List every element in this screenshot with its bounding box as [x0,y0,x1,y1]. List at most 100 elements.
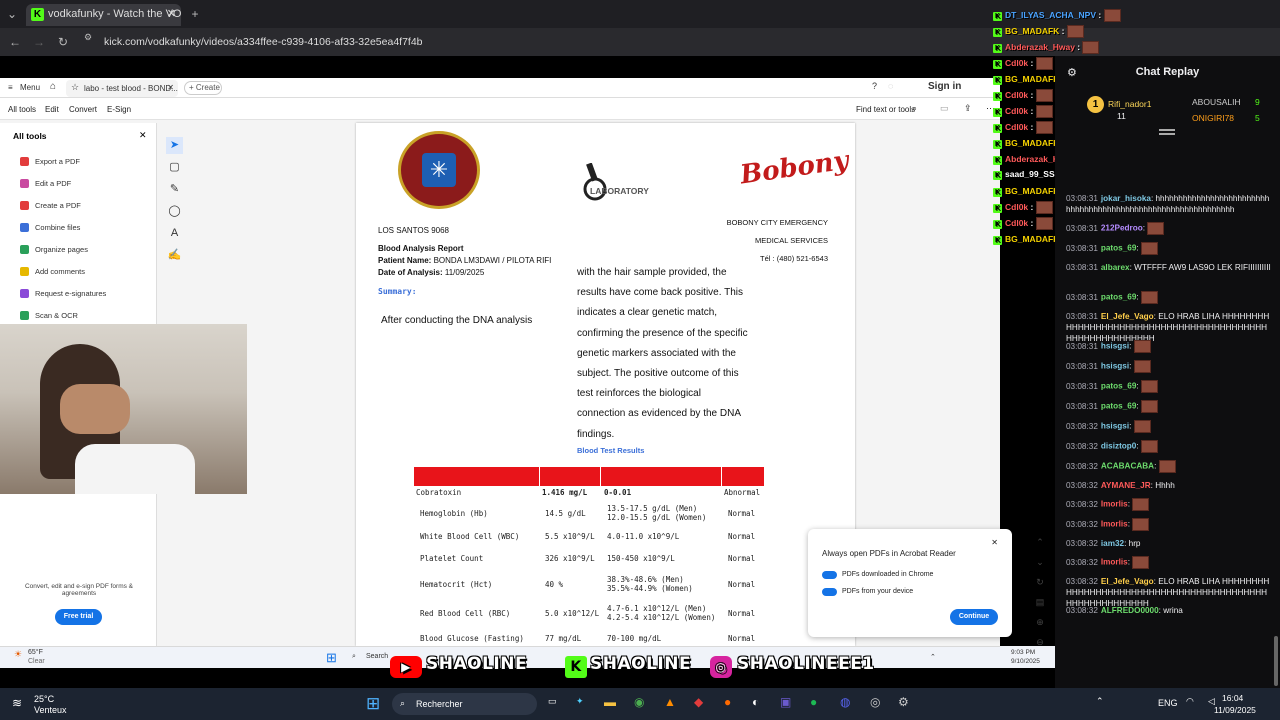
panel-close-icon[interactable]: ✕ [139,130,147,141]
message-user[interactable]: patos_69 [1101,382,1137,391]
reload-icon[interactable]: ↻ [56,34,70,50]
site-info-icon[interactable]: ⚙ [84,32,96,44]
rotate-icon[interactable]: ↻ [1034,572,1046,592]
select-tool-icon[interactable]: ➤ [166,137,183,154]
doc-tab[interactable]: ☆ labo - test blood - BOND... ✕ [66,80,178,97]
sign-tool-icon[interactable]: ✍ [166,247,183,264]
explorer-icon[interactable]: ▬ [604,695,616,709]
tab-close-icon[interactable]: ✕ [167,7,176,20]
copilot-icon[interactable]: ✦ [576,696,584,707]
acrobat-icon[interactable]: ◆ [694,695,703,709]
menu-label[interactable]: Menu [20,83,40,92]
taskbar-search[interactable]: ⌕ Rechercher [392,693,537,715]
app-icon[interactable]: ▲ [664,695,676,709]
browser-tab[interactable]: K vodkafunky - Watch the VO ✕ [26,4,181,26]
tool-create-pdf[interactable]: Create a PDF [35,201,81,210]
url-field[interactable]: kick.com/vodkafunky/videos/a334ffee-c939… [104,32,984,52]
tool-comments[interactable]: Add comments [35,267,85,276]
discord-icon[interactable]: ◍ [840,695,850,709]
settings-icon[interactable]: ⚙ [898,695,909,709]
gifter-3-count: 5 [1255,113,1260,123]
tray-chevron-icon[interactable]: ⌃ [1096,696,1104,707]
convert-tab[interactable]: Convert [69,105,97,114]
message-user[interactable]: 212Pedroo [1101,224,1143,233]
message-user[interactable]: jokar_hisoka [1101,194,1151,203]
popup-close-icon[interactable]: ✕ [991,538,998,547]
tool-combine[interactable]: Combine files [35,223,80,232]
message-user[interactable]: Imorlis [1101,558,1128,567]
toggle-chrome[interactable] [822,571,837,579]
app-icon[interactable]: ▣ [780,695,791,709]
tool-edit-pdf[interactable]: Edit a PDF [35,179,71,188]
new-tab-icon[interactable]: + [188,6,202,22]
continue-button[interactable]: Continue [950,609,998,625]
message-user[interactable]: AYMANE_JR [1101,481,1151,490]
message-user[interactable]: albarex [1101,263,1130,272]
message-user[interactable]: hsisgsi [1101,342,1129,351]
home-icon[interactable]: ⌂ [50,81,56,92]
windows-start-icon[interactable]: ⊞ [326,650,337,666]
find-label[interactable]: Find text or tools [856,105,915,114]
message-user[interactable]: ALFREDO0000 [1101,606,1159,615]
message-user[interactable]: hsisgsi [1101,362,1129,371]
top-gifter-name[interactable]: Rifi_nador1 [1108,99,1151,109]
star-icon[interactable]: ☆ [71,82,79,93]
toggle-device[interactable] [822,588,837,596]
message-user[interactable]: Imorlis [1101,500,1128,509]
free-trial-button[interactable]: Free trial [55,609,102,625]
search-icon[interactable]: ⌕ [912,103,917,114]
all-tools-tab[interactable]: All tools [8,105,36,114]
text-tool-icon[interactable]: A [166,225,183,242]
inner-search[interactable]: Search [366,653,388,660]
back-icon[interactable]: ← [8,34,22,50]
message-user[interactable]: disiztop0 [1101,442,1136,451]
forward-icon[interactable]: → [32,34,46,50]
app-icon[interactable]: ◎ [870,695,880,709]
message-user[interactable]: patos_69 [1101,244,1137,253]
message-user[interactable]: ACABACABA [1101,462,1154,471]
tool-scan-ocr[interactable]: Scan & OCR [35,311,78,320]
message-user[interactable]: patos_69 [1101,402,1137,411]
bell-icon[interactable]: ◌ [888,81,893,91]
tray-up-icon[interactable]: ⌃ [930,653,936,661]
create-button[interactable]: + Create [184,81,222,95]
save-icon[interactable]: ▤ [1034,592,1046,612]
chrome-icon[interactable]: ◉ [634,695,644,709]
doc-tab-close-icon[interactable]: ✕ [167,83,174,92]
lasso-tool-icon[interactable]: ◯ [166,203,183,220]
app-icon[interactable]: ● [724,695,731,709]
sign-in-button[interactable]: Sign in [928,81,961,92]
tab-search-icon[interactable]: ⌄ [4,6,20,22]
inner-search-icon[interactable]: ⌕ [352,653,356,661]
menu-icon[interactable]: ≡ [8,83,13,92]
tool-export-pdf[interactable]: Export a PDF [35,157,80,166]
start-icon[interactable]: ⊞ [366,694,380,714]
tool-organize[interactable]: Organize pages [35,245,88,254]
app-icon[interactable]: ◐ [752,695,759,709]
message-user[interactable]: Imorlis [1101,520,1128,529]
task-view-icon[interactable]: ▭ [548,696,557,707]
chat-scrollbar[interactable] [1274,636,1278,686]
edit-tab[interactable]: Edit [45,105,59,114]
print-icon[interactable]: ▭ [940,103,949,114]
esign-tab[interactable]: E-Sign [107,105,131,114]
pen-tool-icon[interactable]: ✎ [166,181,183,198]
upload-icon[interactable]: ⇪ [964,103,972,114]
comment-tool-icon[interactable]: ▢ [166,159,183,176]
tool-request-esign[interactable]: Request e-signatures [35,289,106,298]
gifter-2-name[interactable]: ABOUSALIH [1192,97,1241,107]
help-icon[interactable]: ? [872,81,877,91]
language-indicator[interactable]: ENG [1158,698,1178,708]
message-user[interactable]: patos_69 [1101,293,1137,302]
message-user[interactable]: El_Jefe_Vago [1101,312,1154,321]
message-user[interactable]: El_Jefe_Vago [1101,577,1154,586]
message-user[interactable]: iam32 [1101,539,1124,548]
expand-handle[interactable] [1159,129,1175,135]
page-down-icon[interactable]: ⌄ [1034,552,1046,572]
spotify-icon[interactable]: ● [810,695,817,709]
page-up-icon[interactable]: ⌃ [1034,532,1046,552]
message-user[interactable]: hsisgsi [1101,422,1129,431]
zoom-in-icon[interactable]: ⊕ [1034,612,1046,632]
gifter-3-name[interactable]: ONIGIRI78 [1192,113,1234,123]
wifi-icon[interactable]: ◠ [1186,696,1194,707]
